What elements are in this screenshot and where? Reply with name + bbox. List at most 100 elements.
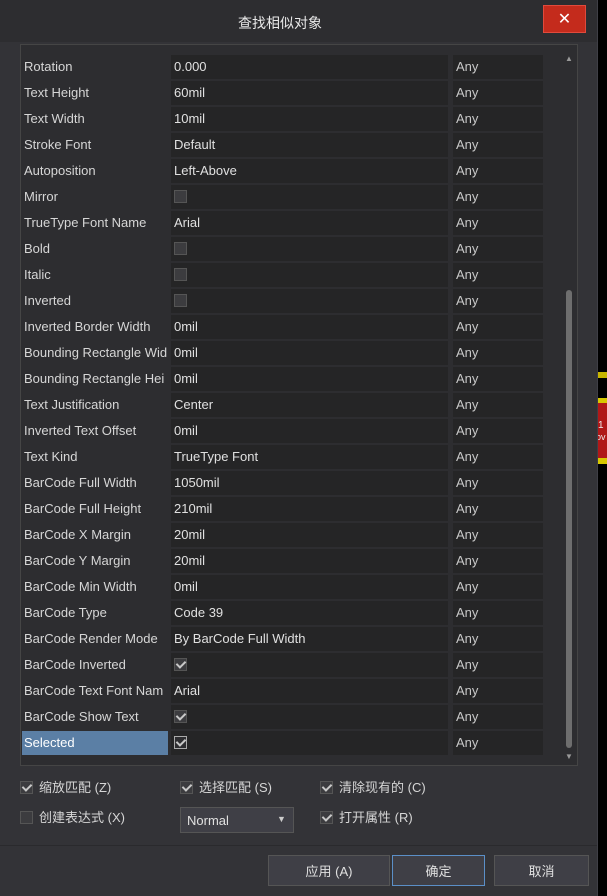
- property-label: Bold: [24, 241, 51, 256]
- property-value[interactable]: 0.000: [171, 55, 448, 79]
- property-value-checkbox-cell[interactable]: [171, 185, 448, 209]
- property-checkbox[interactable]: [174, 710, 187, 723]
- property-label: Italic: [24, 267, 51, 282]
- property-value[interactable]: Default: [171, 133, 448, 157]
- match-mode-cell[interactable]: Any: [453, 341, 543, 365]
- match-mode-cell[interactable]: Any: [453, 81, 543, 105]
- create-expression-checkbox[interactable]: [20, 811, 33, 824]
- match-mode-cell[interactable]: Any: [453, 601, 543, 625]
- property-value[interactable]: 20mil: [171, 523, 448, 547]
- match-mode-cell[interactable]: Any: [453, 393, 543, 417]
- match-mode-cell[interactable]: Any: [453, 367, 543, 391]
- create-expression-option[interactable]: 创建表达式 (X): [20, 809, 125, 827]
- property-checkbox[interactable]: [174, 190, 187, 203]
- match-mode-cell[interactable]: Any: [453, 211, 543, 235]
- select-match-option[interactable]: 选择匹配 (S): [180, 779, 272, 797]
- property-value[interactable]: 0mil: [171, 341, 448, 365]
- match-mode-cell[interactable]: Any: [453, 497, 543, 521]
- property-label: Text Height: [24, 85, 90, 100]
- clear-existing-option[interactable]: 清除现有的 (C): [320, 779, 426, 797]
- property-value[interactable]: Left-Above: [171, 159, 448, 183]
- match-mode-cell[interactable]: Any: [453, 419, 543, 443]
- property-value[interactable]: Arial: [171, 679, 448, 703]
- match-mode-cell[interactable]: Any: [453, 549, 543, 573]
- match-mode-cell[interactable]: Any: [453, 159, 543, 183]
- grid-scrollbar[interactable]: ▲ ▼: [563, 52, 575, 764]
- scroll-up-arrow-icon[interactable]: ▲: [563, 54, 575, 64]
- canvas-text: 1: [598, 420, 604, 431]
- property-value[interactable]: 10mil: [171, 107, 448, 131]
- property-value[interactable]: 0mil: [171, 367, 448, 391]
- property-value-checkbox-cell[interactable]: [171, 731, 448, 755]
- property-value[interactable]: 0mil: [171, 419, 448, 443]
- open-properties-checkbox[interactable]: [320, 811, 333, 824]
- match-mode-cell[interactable]: Any: [453, 523, 543, 547]
- property-value[interactable]: 0mil: [171, 315, 448, 339]
- property-value[interactable]: 20mil: [171, 549, 448, 573]
- property-value[interactable]: By BarCode Full Width: [171, 627, 448, 651]
- property-label: Text Justification: [24, 397, 120, 412]
- property-label: Text Width: [24, 111, 85, 126]
- cancel-button[interactable]: 取消: [494, 855, 589, 886]
- match-mode-cell[interactable]: Any: [453, 575, 543, 599]
- match-mode-cell[interactable]: Any: [453, 237, 543, 261]
- select-match-checkbox[interactable]: [180, 781, 193, 794]
- property-checkbox[interactable]: [174, 658, 187, 671]
- property-label: Bounding Rectangle Wid: [24, 345, 168, 360]
- zoom-match-checkbox[interactable]: [20, 781, 33, 794]
- property-label: BarCode Full Width: [24, 475, 137, 490]
- property-value-checkbox-cell[interactable]: [171, 237, 448, 261]
- match-mode-cell[interactable]: Any: [453, 133, 543, 157]
- match-mode-cell[interactable]: Any: [453, 705, 543, 729]
- close-button[interactable]: ✕: [543, 5, 586, 33]
- match-mode-cell[interactable]: Any: [453, 627, 543, 651]
- match-mode-cell[interactable]: Any: [453, 315, 543, 339]
- property-label: BarCode X Margin: [24, 527, 131, 542]
- create-expression-label: 创建表达式 (X): [39, 810, 125, 825]
- property-label: Rotation: [24, 59, 73, 74]
- dialog-title: 查找相似对象: [238, 15, 322, 31]
- open-properties-option[interactable]: 打开属性 (R): [320, 809, 413, 827]
- clear-existing-checkbox[interactable]: [320, 781, 333, 794]
- property-checkbox[interactable]: [174, 268, 187, 281]
- match-mode-cell[interactable]: Any: [453, 263, 543, 287]
- property-value[interactable]: Center: [171, 393, 448, 417]
- property-value[interactable]: 0mil: [171, 575, 448, 599]
- property-checkbox[interactable]: [174, 294, 187, 307]
- mode-dropdown[interactable]: Normal ▼: [180, 807, 294, 833]
- property-value[interactable]: 210mil: [171, 497, 448, 521]
- match-mode-cell[interactable]: Any: [453, 471, 543, 495]
- property-label: BarCode Type: [24, 605, 107, 620]
- property-value-checkbox-cell[interactable]: [171, 289, 448, 313]
- match-mode-cell[interactable]: Any: [453, 289, 543, 313]
- match-mode-cell[interactable]: Any: [453, 679, 543, 703]
- property-label: Text Kind: [24, 449, 78, 464]
- property-label: Inverted Border Width: [24, 319, 151, 334]
- property-value[interactable]: Arial: [171, 211, 448, 235]
- match-mode-cell[interactable]: Any: [453, 185, 543, 209]
- match-mode-cell[interactable]: Any: [453, 445, 543, 469]
- match-mode-cell[interactable]: Any: [453, 731, 543, 755]
- mode-dropdown-value: Normal: [187, 813, 229, 828]
- property-label: BarCode Text Font Nam: [24, 683, 164, 698]
- property-value-checkbox-cell[interactable]: [171, 263, 448, 287]
- match-mode-cell[interactable]: Any: [453, 55, 543, 79]
- property-value[interactable]: 1050mil: [171, 471, 448, 495]
- property-value[interactable]: TrueType Font: [171, 445, 448, 469]
- property-value-checkbox-cell[interactable]: [171, 653, 448, 677]
- scroll-down-arrow-icon[interactable]: ▼: [563, 752, 575, 762]
- apply-button[interactable]: 应用 (A): [268, 855, 390, 886]
- zoom-match-label: 缩放匹配 (Z): [39, 780, 112, 795]
- title-bar: 查找相似对象 ✕: [0, 0, 597, 42]
- property-checkbox[interactable]: [174, 736, 187, 749]
- ok-button[interactable]: 确定: [392, 855, 485, 886]
- match-mode-cell[interactable]: Any: [453, 653, 543, 677]
- property-label: BarCode Show Text: [24, 709, 139, 724]
- property-checkbox[interactable]: [174, 242, 187, 255]
- match-mode-cell[interactable]: Any: [453, 107, 543, 131]
- scroll-thumb[interactable]: [566, 290, 572, 748]
- property-value-checkbox-cell[interactable]: [171, 705, 448, 729]
- zoom-match-option[interactable]: 缩放匹配 (Z): [20, 779, 111, 797]
- property-value[interactable]: 60mil: [171, 81, 448, 105]
- property-value[interactable]: Code 39: [171, 601, 448, 625]
